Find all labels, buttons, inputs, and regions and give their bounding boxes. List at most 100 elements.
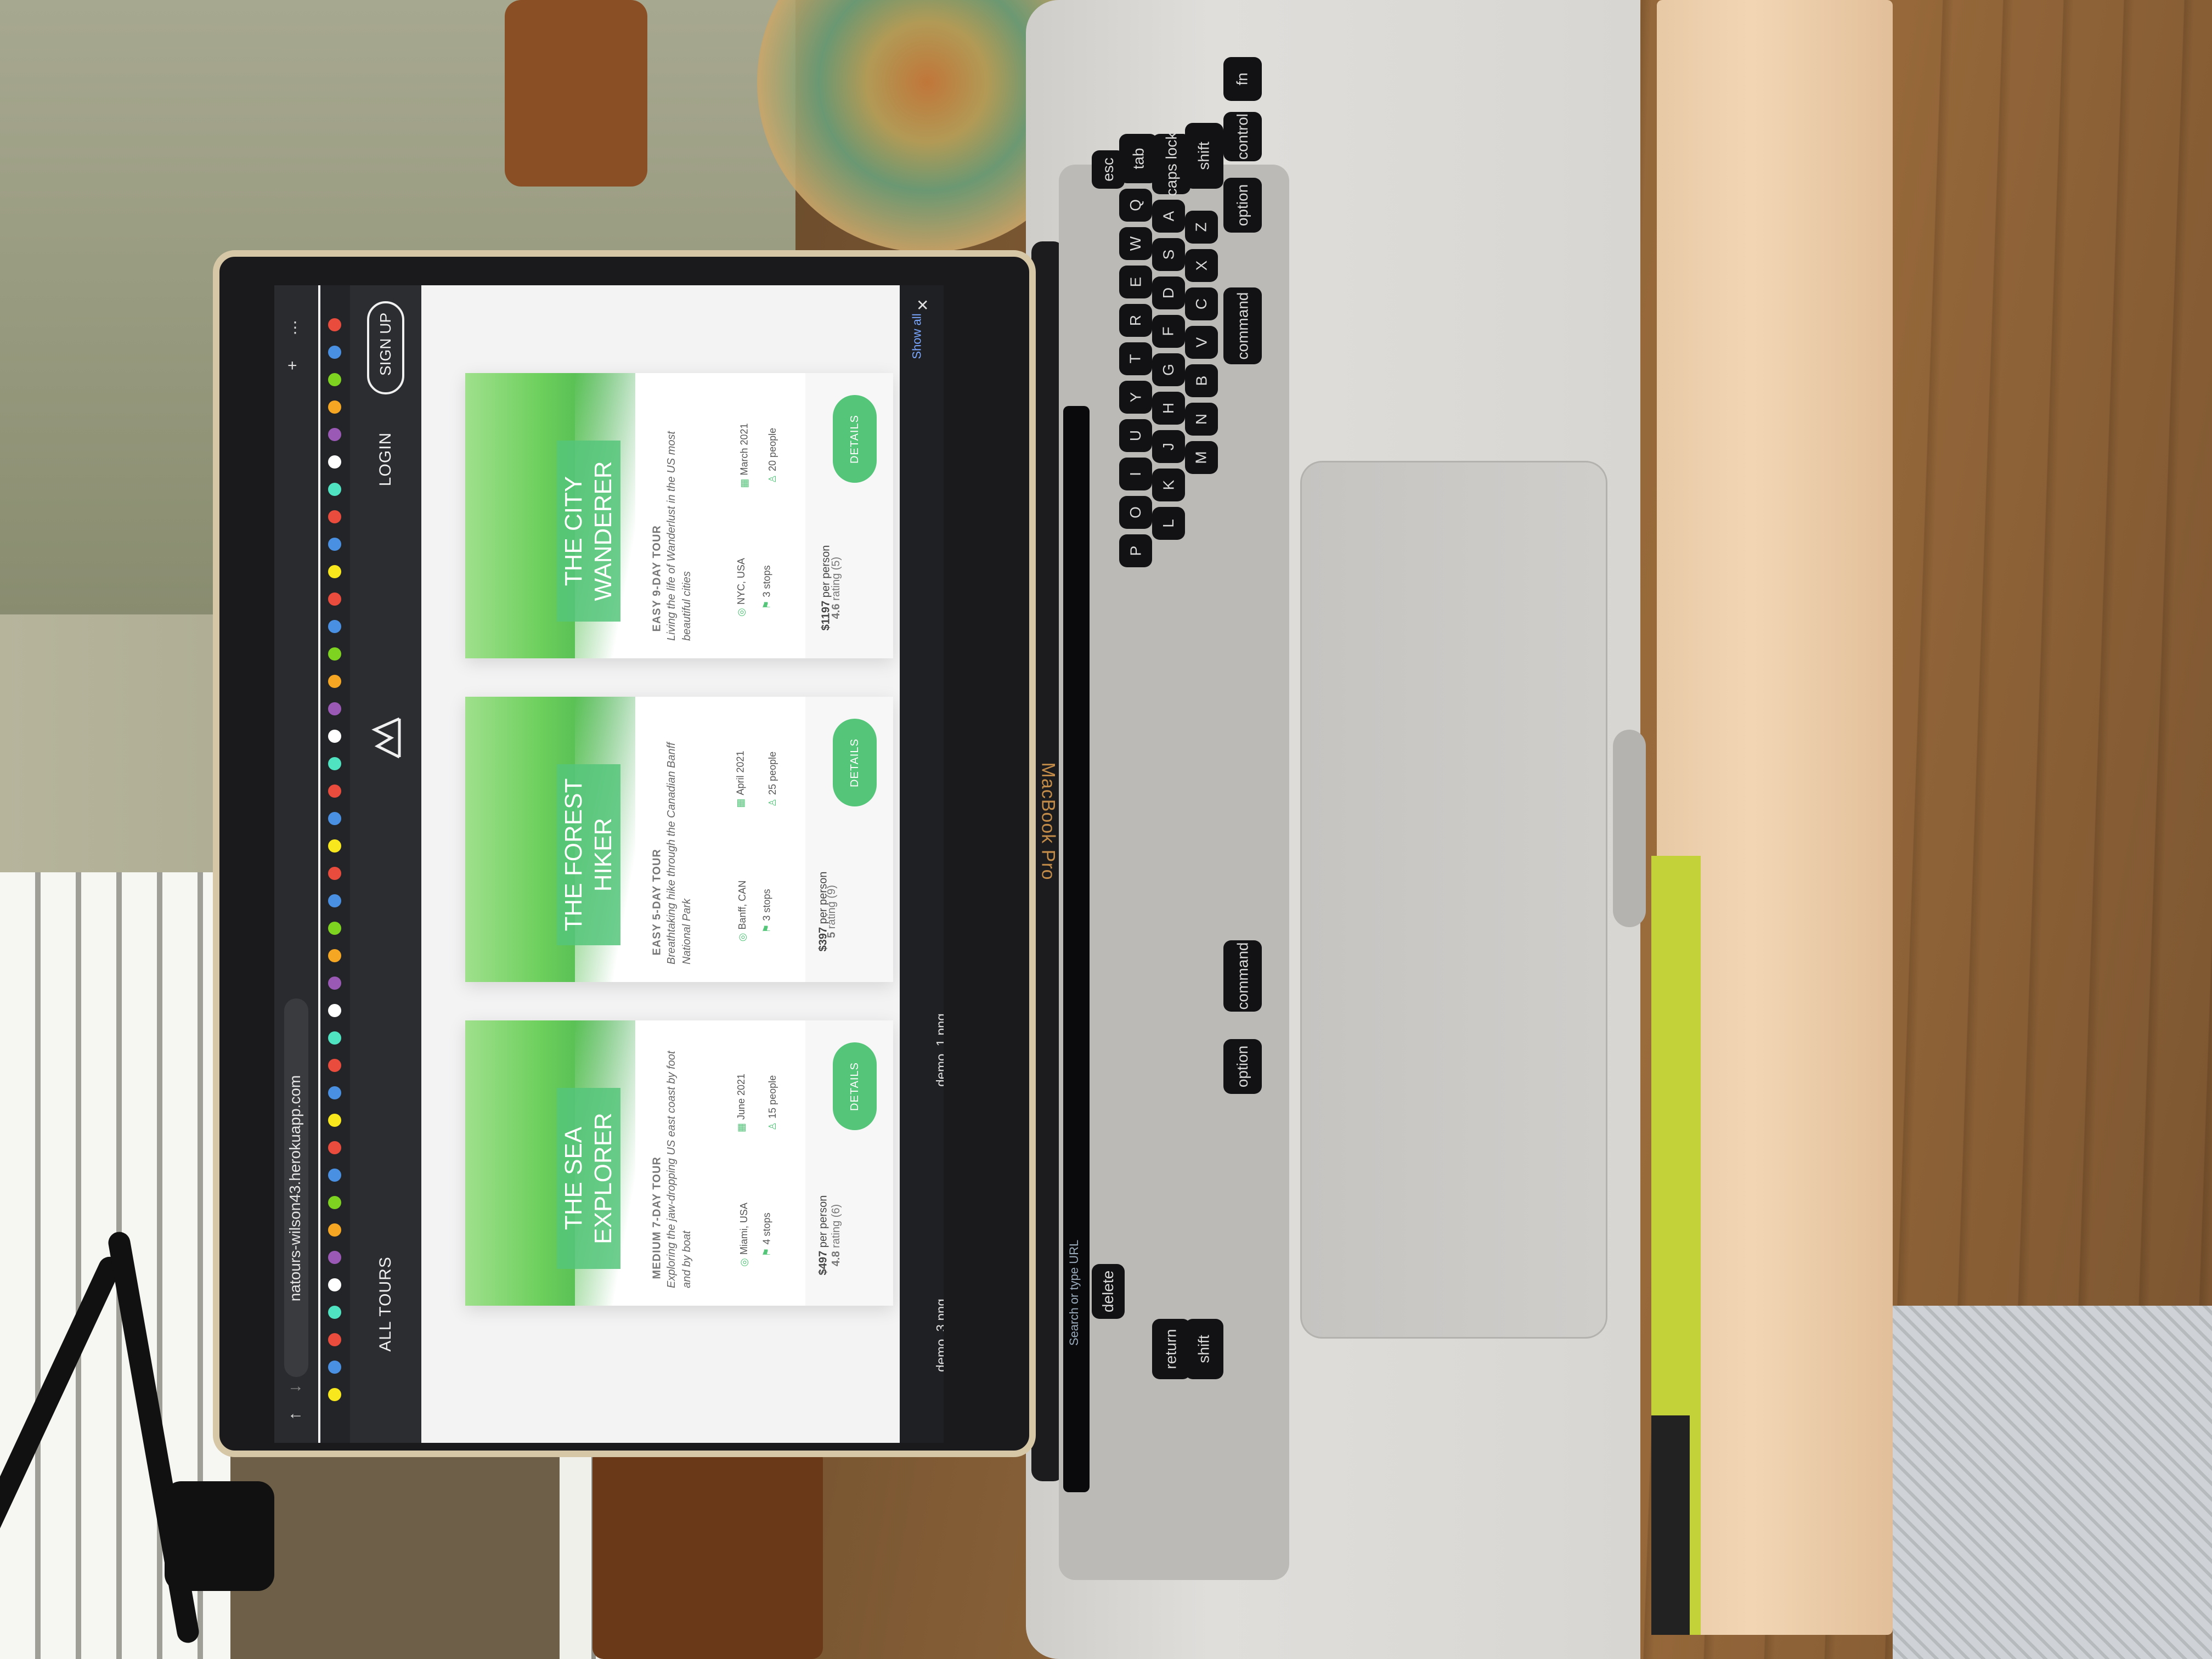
mountain-logo-icon[interactable] <box>361 713 410 763</box>
bookmark-icon[interactable] <box>328 1361 341 1374</box>
keyboard-key[interactable]: K <box>1152 469 1185 501</box>
keyboard-key[interactable]: Y <box>1119 381 1152 414</box>
keyboard-key[interactable]: G <box>1152 353 1185 386</box>
bookmark-icon[interactable] <box>328 730 341 743</box>
bookmark-icon[interactable] <box>328 373 341 386</box>
bookmark-icon[interactable] <box>328 702 341 715</box>
bookmark-icon[interactable] <box>328 1059 341 1072</box>
bookmark-icon[interactable] <box>328 977 341 990</box>
keyboard-key[interactable]: B <box>1185 364 1218 397</box>
bookmark-icon[interactable] <box>328 1031 341 1045</box>
bookmark-icon[interactable] <box>328 346 341 359</box>
bookmark-icon[interactable] <box>328 1306 341 1319</box>
bookmark-icon[interactable] <box>328 675 341 688</box>
keyboard-key[interactable]: R <box>1119 304 1152 337</box>
keyboard-key[interactable]: S <box>1152 238 1185 271</box>
forward-icon[interactable]: → <box>287 1377 304 1396</box>
keyboard-key[interactable]: O <box>1119 496 1152 529</box>
keyboard-key[interactable]: U <box>1119 419 1152 452</box>
bookmark-icon[interactable] <box>328 894 341 907</box>
bookmark-icon[interactable] <box>328 647 341 661</box>
tour-rating: 4.8 rating (6) <box>830 1204 843 1266</box>
keyboard-key[interactable]: X <box>1185 249 1218 282</box>
bookmark-icon[interactable] <box>328 318 341 331</box>
details-button[interactable]: DETAILS <box>833 395 877 483</box>
bookmark-icon[interactable] <box>328 1278 341 1291</box>
new-tab-icon[interactable]: + <box>287 357 297 375</box>
keyboard-key[interactable]: A <box>1152 200 1185 233</box>
bookmark-icon[interactable] <box>328 620 341 633</box>
trackpad[interactable] <box>1300 461 1607 1339</box>
bookmark-icon[interactable] <box>328 428 341 441</box>
keyboard-key[interactable]: D <box>1152 276 1185 309</box>
tour-location: ◎ Banff, CAN <box>737 881 748 941</box>
key-label: Y <box>1127 392 1144 403</box>
keyboard-key[interactable]: P <box>1119 534 1152 567</box>
bookmark-icon[interactable] <box>328 1169 341 1182</box>
signup-button[interactable]: SIGN UP <box>367 301 404 394</box>
keyboard-key[interactable]: C <box>1185 287 1218 320</box>
bookmark-icon[interactable] <box>328 565 341 578</box>
keyboard-key[interactable]: command <box>1223 940 1262 1012</box>
details-button[interactable]: DETAILS <box>833 719 877 806</box>
keyboard-key[interactable]: W <box>1119 227 1152 260</box>
bookmark-icon[interactable] <box>328 538 341 551</box>
address-bar[interactable]: natours-wilson43.herokuapp.com <box>284 998 308 1377</box>
laptop-brand: MacBook Pro <box>1037 762 1059 881</box>
bookmark-icon[interactable] <box>328 1086 341 1099</box>
keyboard-key[interactable]: command <box>1223 287 1262 364</box>
bookmark-icon[interactable] <box>328 1141 341 1154</box>
bookmark-icon[interactable] <box>328 1196 341 1209</box>
nav-login[interactable]: LOGIN <box>376 429 395 489</box>
keyboard-key[interactable]: Z <box>1185 211 1218 244</box>
bookmark-icon[interactable] <box>328 1114 341 1127</box>
keyboard-key[interactable]: H <box>1152 392 1185 425</box>
keyboard-key[interactable]: shift <box>1185 123 1223 189</box>
download-item[interactable]: demo_1.png <box>905 1013 944 1141</box>
keyboard-key[interactable]: option <box>1223 178 1262 233</box>
keyboard-key[interactable]: J <box>1152 430 1185 463</box>
close-downloads-icon[interactable]: ✕ <box>916 296 929 314</box>
key-label: G <box>1160 364 1177 376</box>
bookmark-icon[interactable] <box>328 1004 341 1017</box>
keyboard-key[interactable]: L <box>1152 507 1185 540</box>
keyboard-key[interactable]: shift <box>1185 1319 1223 1379</box>
details-button[interactable]: DETAILS <box>833 1042 877 1130</box>
keyboard-key[interactable]: E <box>1119 266 1152 298</box>
keyboard-key[interactable]: I <box>1119 458 1152 490</box>
touch-bar[interactable]: Search or type URL <box>1063 406 1090 1492</box>
nav-all-tours[interactable]: ALL TOURS <box>376 1252 395 1356</box>
key-label: F <box>1159 326 1177 336</box>
bookmark-icon[interactable] <box>328 1251 341 1264</box>
bookmark-icon[interactable] <box>328 839 341 853</box>
back-icon[interactable]: ← <box>287 1404 304 1423</box>
keyboard-key[interactable]: N <box>1185 403 1218 436</box>
bookmark-icon[interactable] <box>328 867 341 880</box>
bookmark-icon[interactable] <box>328 455 341 469</box>
keyboard-key[interactable]: fn <box>1223 57 1262 101</box>
keyboard-key[interactable]: F <box>1152 315 1185 348</box>
bookmark-icon[interactable] <box>328 812 341 825</box>
bookmark-icon[interactable] <box>328 785 341 798</box>
bookmark-icon[interactable] <box>328 1223 341 1237</box>
bookmark-icon[interactable] <box>328 510 341 523</box>
keyboard-key[interactable]: T <box>1119 342 1152 375</box>
menu-icon[interactable]: ⋮ <box>287 318 303 336</box>
bookmark-icon[interactable] <box>328 483 341 496</box>
bookmark-icon[interactable] <box>328 949 341 962</box>
bookmark-icon[interactable] <box>328 1388 341 1401</box>
tour-rating-value: 4.6 <box>830 603 843 619</box>
bookmark-icon[interactable] <box>328 1333 341 1346</box>
bookmark-icon[interactable] <box>328 592 341 606</box>
keyboard-key[interactable]: control <box>1223 112 1262 161</box>
bookmark-icon[interactable] <box>328 922 341 935</box>
keyboard-key[interactable]: V <box>1185 326 1218 359</box>
show-all-link[interactable]: Show all <box>910 313 924 359</box>
keyboard-key[interactable]: M <box>1185 441 1218 474</box>
keyboard-key[interactable]: Q <box>1119 189 1152 222</box>
keyboard-key[interactable]: option <box>1223 1039 1262 1094</box>
keyboard-key[interactable]: delete <box>1092 1264 1125 1319</box>
download-item[interactable]: demo_3.png <box>905 1299 944 1426</box>
bookmark-icon[interactable] <box>328 757 341 770</box>
bookmark-icon[interactable] <box>328 400 341 414</box>
